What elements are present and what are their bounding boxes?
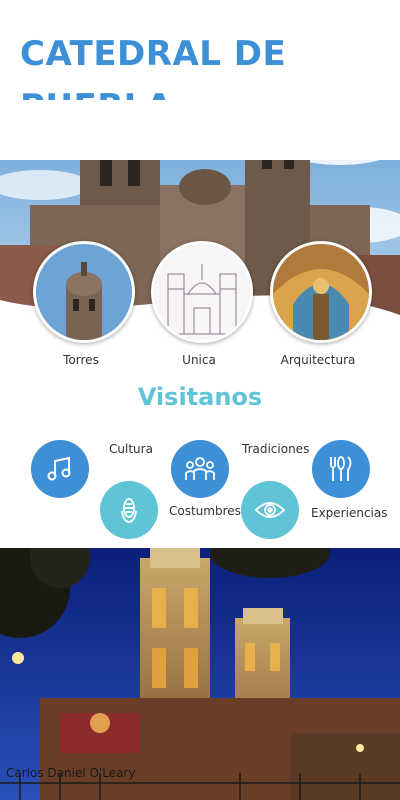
- experiencias-label: Experiencias: [311, 506, 388, 520]
- music-note-icon: [47, 456, 71, 481]
- tower-photo: [36, 244, 132, 340]
- gallery-label-unica: Unica: [182, 353, 216, 367]
- tradiciones-label: Tradiciones: [242, 442, 310, 456]
- gallery-label-torres: Torres: [63, 353, 99, 367]
- night-cathedral-image: [0, 548, 400, 800]
- ver-button[interactable]: [241, 481, 299, 539]
- cultura-label: Cultura: [109, 442, 153, 456]
- visitanos-heading: Visitanos: [137, 383, 263, 411]
- people-group-icon: [185, 457, 215, 480]
- eye-icon: [254, 502, 286, 518]
- dome-interior-photo: [273, 244, 369, 340]
- title-line-1: CATEDRAL DE: [20, 34, 287, 74]
- corn-icon: [121, 498, 137, 523]
- gallery-label-arquitectura: Arquitectura: [280, 353, 356, 367]
- utensils-icon: [330, 456, 352, 481]
- arquitectura-thumbnail[interactable]: [270, 241, 372, 343]
- photo-credit: Carlos Daniel O'Leary: [6, 766, 136, 780]
- tradiciones-button[interactable]: [171, 440, 229, 498]
- costumbres-button[interactable]: [100, 481, 158, 539]
- torres-thumbnail[interactable]: [33, 241, 135, 343]
- unica-thumbnail[interactable]: [151, 241, 253, 343]
- wave-divider-top: [0, 100, 400, 143]
- facade-drawing: [154, 244, 250, 340]
- experiencias-button[interactable]: [312, 440, 370, 498]
- cultura-button[interactable]: [31, 440, 89, 498]
- costumbres-label: Costumbres: [169, 504, 241, 518]
